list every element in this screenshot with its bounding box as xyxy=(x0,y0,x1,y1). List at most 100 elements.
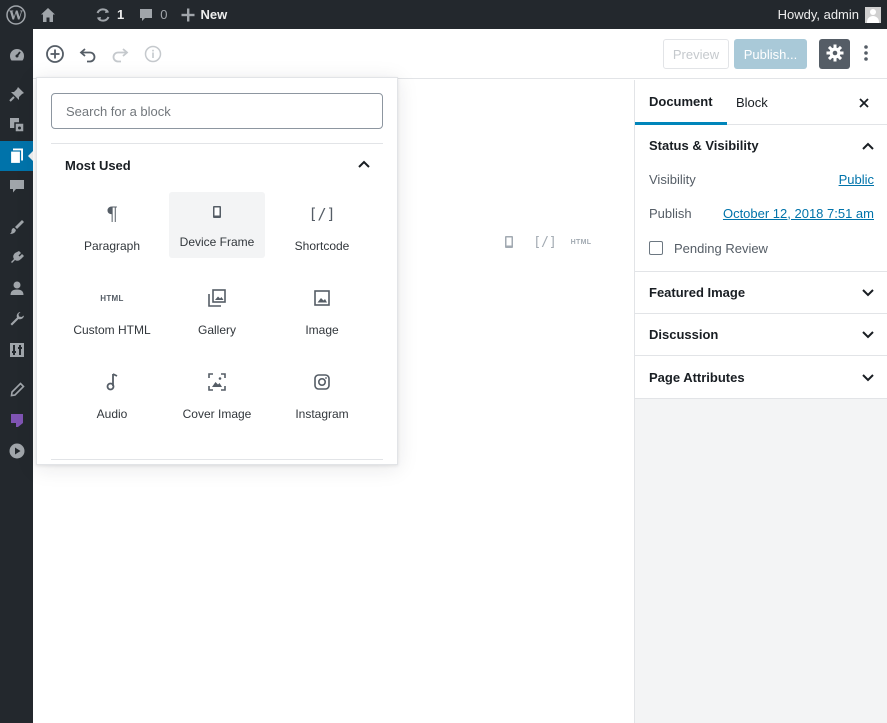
info-icon[interactable] xyxy=(137,38,169,70)
chevron-down-icon xyxy=(862,327,874,342)
shortcode-icon: [/] xyxy=(308,205,336,223)
admin-menu xyxy=(0,29,33,723)
block-label: Shortcode xyxy=(294,239,350,253)
admin-bar: W 1 0 New Howdy, admin xyxy=(0,0,887,29)
block-paragraph[interactable]: ¶ Paragraph xyxy=(64,192,160,258)
home-icon[interactable] xyxy=(32,0,64,29)
publish-row: Publish October 12, 2018 7:51 am xyxy=(649,204,874,222)
comments-count: 0 xyxy=(160,7,168,22)
block-search-input[interactable] xyxy=(51,93,383,129)
divider xyxy=(635,398,887,399)
block-inserter: Most Used ¶ Paragraph Device Frame [/] S… xyxy=(36,77,398,465)
block-label: Custom HTML xyxy=(73,323,151,337)
preview-button[interactable]: Preview xyxy=(663,39,729,69)
html-icon[interactable]: HTML xyxy=(563,232,599,252)
settings-button[interactable] xyxy=(819,39,850,69)
redo-icon[interactable] xyxy=(104,38,136,70)
cover-image-icon xyxy=(207,366,227,398)
audio-icon xyxy=(105,366,119,398)
chevron-down-icon xyxy=(862,370,874,385)
settings-sidebar: Document Block Status & Visibility Visib… xyxy=(634,80,887,723)
updates-icon xyxy=(95,7,111,23)
pending-review-row: Pending Review xyxy=(649,239,874,257)
block-label: Paragraph xyxy=(83,239,141,253)
block-device-frame[interactable]: Device Frame xyxy=(169,192,265,258)
my-account[interactable]: Howdy, admin xyxy=(778,0,887,29)
howdy-text: Howdy, admin xyxy=(777,7,859,22)
gear-icon xyxy=(825,43,845,66)
visibility-label: Visibility xyxy=(649,171,696,187)
tab-block[interactable]: Block xyxy=(736,80,768,125)
close-icon[interactable] xyxy=(855,94,873,112)
publish-label: Publish xyxy=(649,205,692,221)
sidebar-tabs: Document Block xyxy=(635,80,887,125)
panel-page-attributes[interactable]: Page Attributes xyxy=(635,356,887,398)
publish-date-link[interactable]: October 12, 2018 7:51 am xyxy=(723,206,874,221)
more-vertical-icon xyxy=(864,44,868,64)
new-button[interactable]: New xyxy=(174,0,234,29)
editor-header: Preview Publish... xyxy=(33,29,887,79)
panel-title: Featured Image xyxy=(649,285,746,300)
sidebar-panels: Document Block Status & Visibility Visib… xyxy=(635,80,887,399)
panel-title: Most Used xyxy=(65,158,131,173)
publish-button[interactable]: Publish... xyxy=(734,39,807,69)
device-icon xyxy=(212,196,222,228)
paragraph-icon: ¶ xyxy=(105,203,119,225)
block-label: Cover Image xyxy=(182,407,252,421)
edit-icon[interactable] xyxy=(0,375,33,405)
chevron-up-icon[interactable] xyxy=(355,155,373,173)
instagram-icon xyxy=(313,366,331,398)
comments-icon[interactable] xyxy=(0,171,33,201)
comments-button[interactable]: 0 xyxy=(131,0,174,29)
visibility-link[interactable]: Public xyxy=(839,172,874,187)
comments-icon xyxy=(138,7,154,23)
chevron-up-icon xyxy=(862,138,874,153)
panel-title: Status & Visibility xyxy=(649,137,759,153)
pin-icon[interactable] xyxy=(0,79,33,109)
block-label: Device Frame xyxy=(179,235,255,249)
pages-icon[interactable] xyxy=(0,141,33,171)
visibility-row: Visibility Public xyxy=(649,170,874,188)
block-cover-image[interactable]: Cover Image xyxy=(169,360,265,426)
updates-button[interactable]: 1 xyxy=(88,0,131,29)
users-icon[interactable] xyxy=(0,273,33,303)
more-options-button[interactable] xyxy=(859,39,873,69)
svg-text:W: W xyxy=(8,8,23,22)
plugins-icon[interactable] xyxy=(0,243,33,273)
add-block-icon[interactable] xyxy=(39,38,71,70)
block-label: Image xyxy=(305,323,339,337)
updates-count: 1 xyxy=(117,7,125,22)
chevron-down-icon xyxy=(862,285,874,300)
divider xyxy=(51,143,383,144)
wordpress-logo-icon[interactable]: W xyxy=(0,0,32,29)
undo-icon[interactable] xyxy=(72,38,104,70)
gallery-icon xyxy=(207,282,227,314)
panel-discussion[interactable]: Discussion xyxy=(635,314,887,355)
block-custom-html[interactable]: HTML Custom HTML xyxy=(64,276,160,342)
dashboard-icon[interactable] xyxy=(0,40,33,70)
panel-title: Page Attributes xyxy=(649,369,745,385)
pending-review-checkbox[interactable] xyxy=(649,241,663,255)
block-audio[interactable]: Audio xyxy=(64,360,160,426)
appearance-icon[interactable] xyxy=(0,212,33,242)
block-label: Instagram xyxy=(295,407,349,421)
play-icon[interactable] xyxy=(0,436,33,466)
block-instagram[interactable]: Instagram xyxy=(274,360,370,426)
tab-document[interactable]: Document xyxy=(635,80,727,125)
block-gallery[interactable]: Gallery xyxy=(169,276,265,342)
device-icon[interactable] xyxy=(491,232,527,252)
shortcode-icon[interactable]: [/] xyxy=(527,232,563,252)
panel-featured-image[interactable]: Featured Image xyxy=(635,272,887,313)
settings-icon[interactable] xyxy=(0,335,33,365)
block-image[interactable]: Image xyxy=(274,276,370,342)
pending-review-label: Pending Review xyxy=(674,240,768,256)
image-icon xyxy=(313,282,331,314)
quick-inserter: [/] HTML xyxy=(491,232,599,252)
block-label: Gallery xyxy=(197,323,236,337)
forms-icon[interactable] xyxy=(0,405,33,435)
avatar xyxy=(865,6,881,23)
tools-icon[interactable] xyxy=(0,304,33,334)
block-shortcode[interactable]: [/] Shortcode xyxy=(274,192,370,258)
media-icon[interactable] xyxy=(0,110,33,140)
panel-status-visibility[interactable]: Status & Visibility xyxy=(635,125,887,165)
